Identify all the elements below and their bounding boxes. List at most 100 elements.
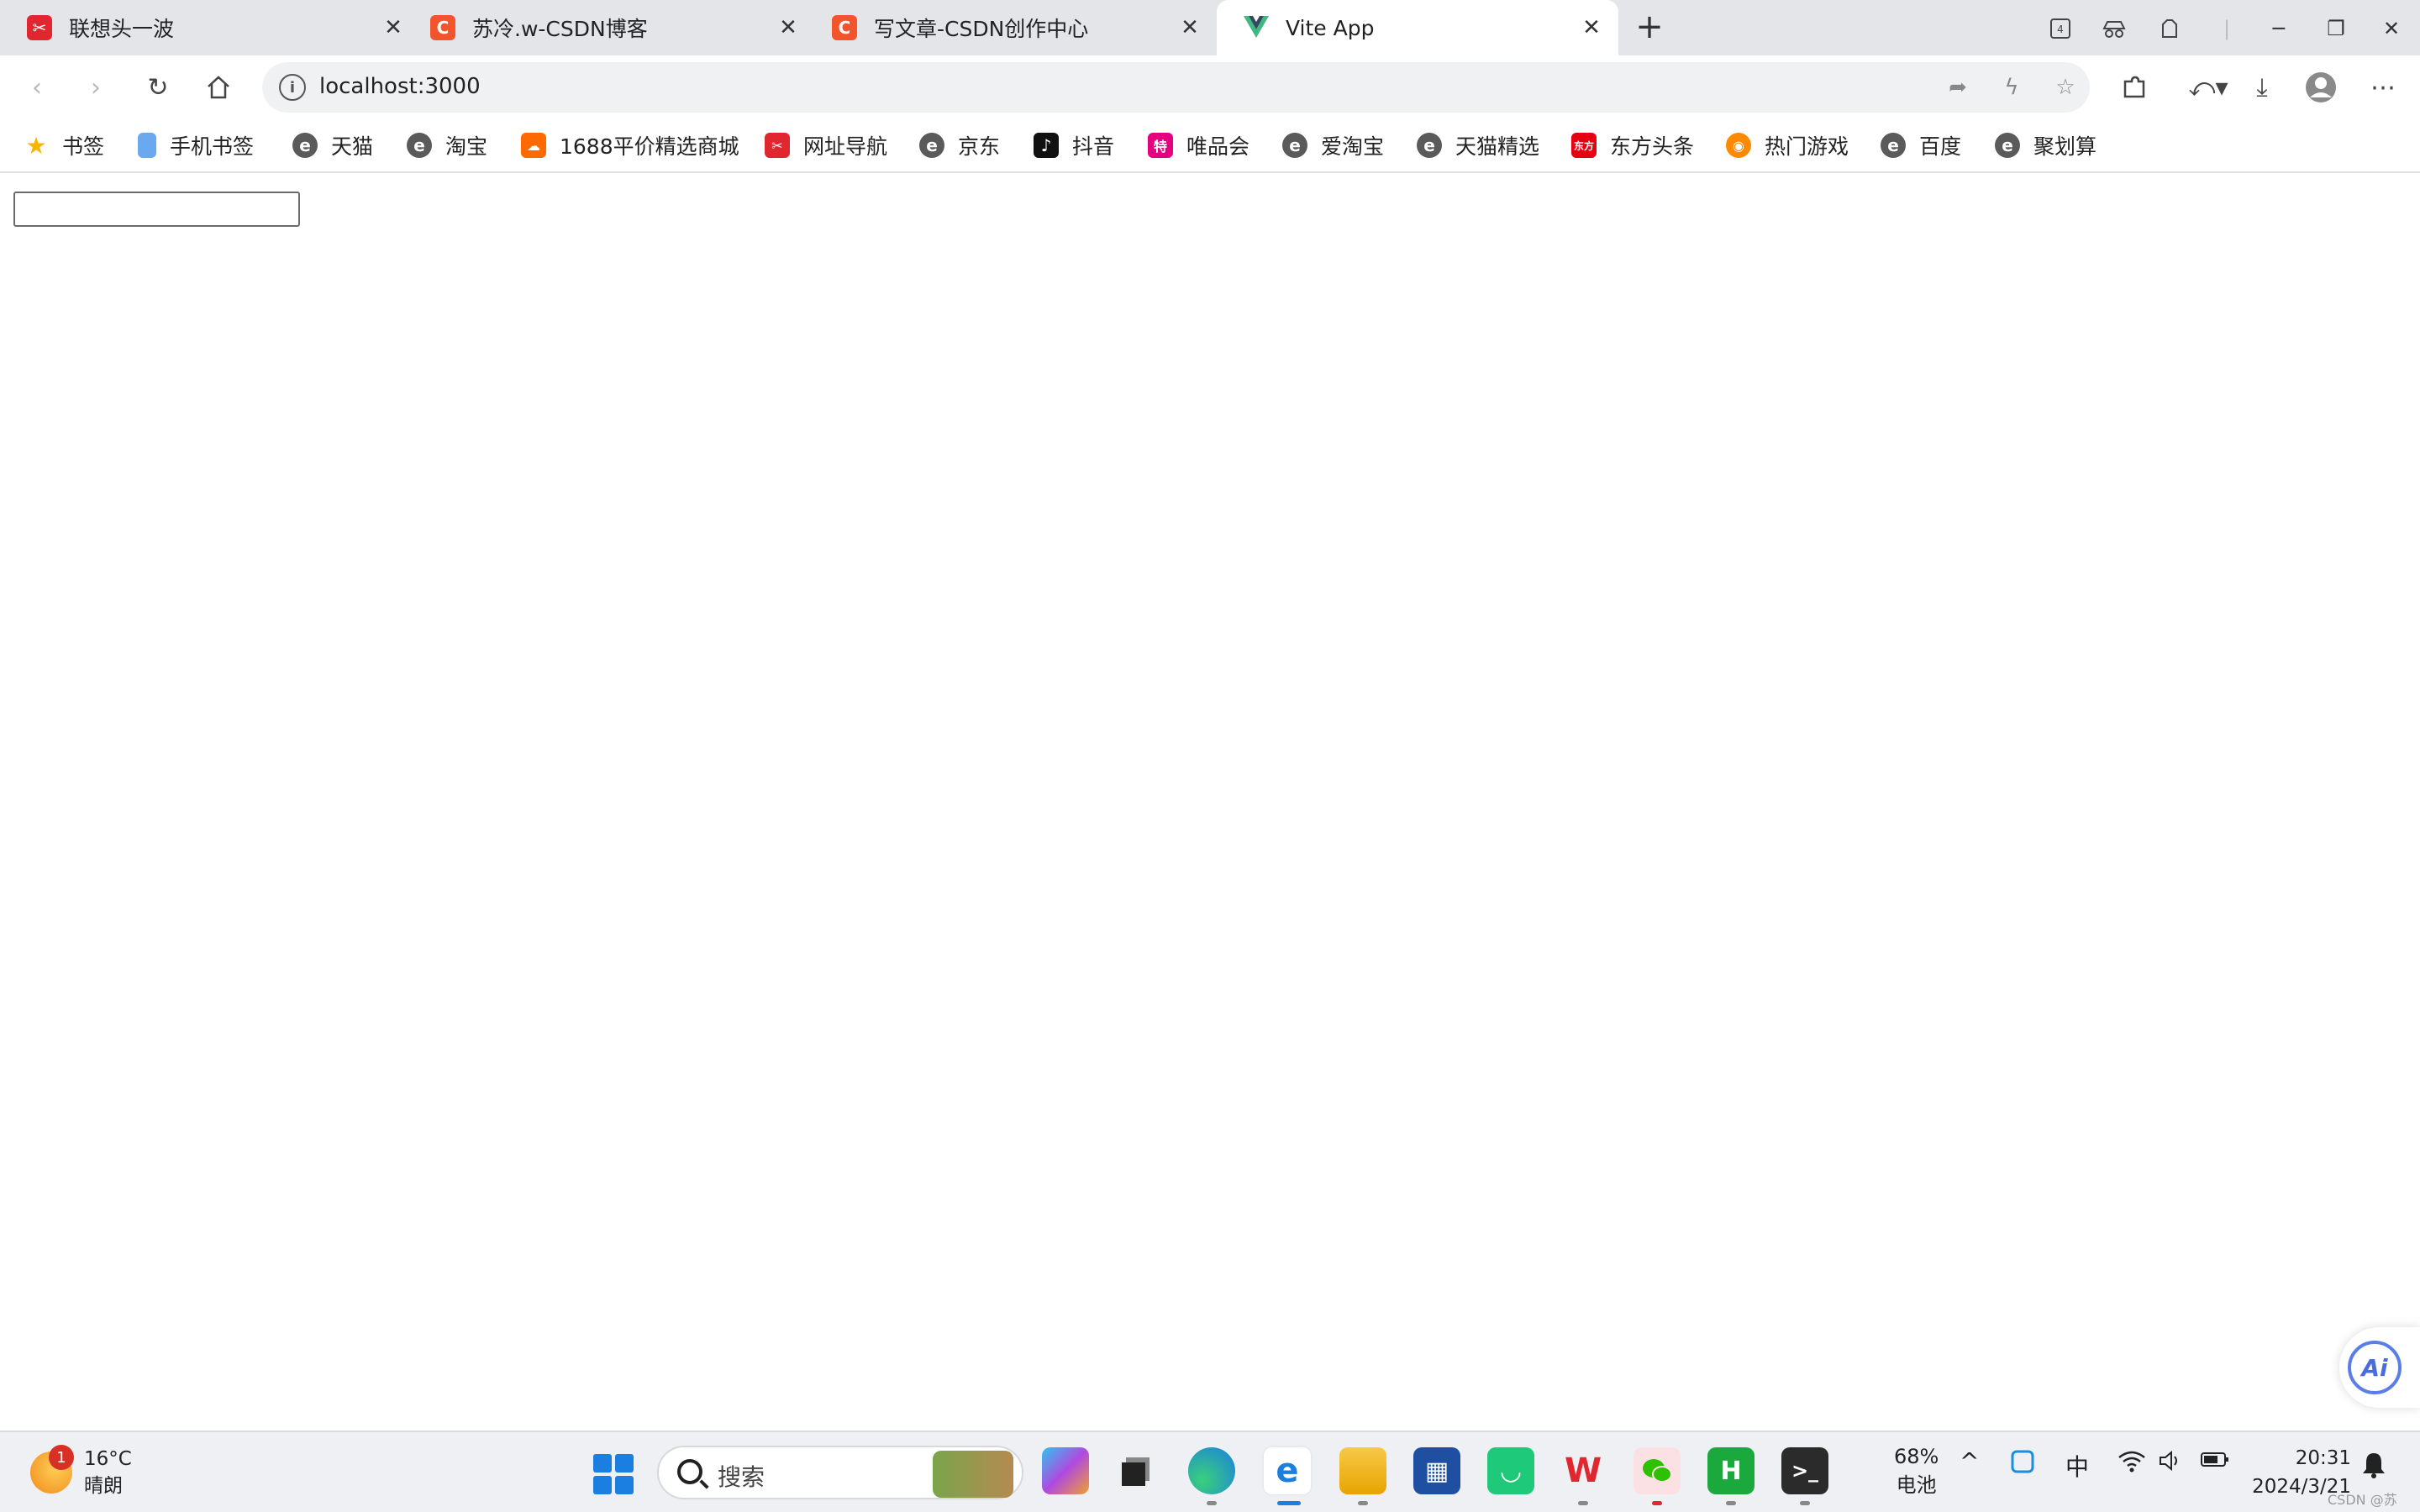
bookmark-item[interactable]: ☁ 1688平价精选商城	[521, 128, 739, 163]
wechat-icon[interactable]	[1634, 1447, 1681, 1494]
chevron-up-icon[interactable]: ^	[1960, 1447, 1979, 1475]
running-indicator	[1652, 1501, 1662, 1505]
bookmark-label: 网址导航	[803, 134, 888, 159]
ai-icon: Ai	[2348, 1341, 2402, 1394]
navigation-bar: ‹ › ↻ i localhost:3000 ➦ ϟ ☆ ⤺▾ ⤓ ⋯	[0, 55, 2420, 119]
minimize-button[interactable]: ─	[2262, 12, 2296, 45]
shopping-bag-icon[interactable]: ◡	[1487, 1447, 1534, 1494]
bookmark-item[interactable]: e 爱淘宝	[1282, 128, 1384, 163]
home-button[interactable]	[200, 69, 237, 106]
game-icon: ◉	[1726, 133, 1751, 158]
terminal-icon[interactable]: >_	[1781, 1447, 1828, 1494]
running-indicator	[1800, 1501, 1810, 1505]
bookmark-label: 百度	[1919, 134, 1962, 159]
ie-browser-icon[interactable]: e	[1264, 1447, 1311, 1494]
undo-dropdown-icon[interactable]: ⤺▾	[2183, 69, 2233, 106]
reload-button[interactable]: ↻	[139, 69, 176, 106]
bookmark-item[interactable]: 手机书签	[138, 128, 254, 163]
tab-csdn-blog[interactable]: C 苏冷.w-CSDN博客 ✕	[403, 0, 815, 55]
lenovo-icon: ✂	[765, 133, 790, 158]
download-icon[interactable]: ⤓	[2244, 69, 2281, 106]
search-placeholder: 搜索	[718, 1463, 765, 1491]
bookmark-item[interactable]: ✂ 网址导航	[765, 128, 887, 163]
copilot-icon[interactable]	[1042, 1447, 1089, 1494]
taskbar-search[interactable]: 搜索	[657, 1446, 1023, 1499]
url-text[interactable]: localhost:3000	[319, 74, 481, 99]
bookmark-item[interactable]: 东方 东方头条	[1571, 128, 1694, 163]
edge-icon[interactable]	[1188, 1447, 1235, 1494]
browser-window: ✂ 联想头一波 ✕ C 苏冷.w-CSDN博客 ✕ C 写文章-CSDN创作中心…	[0, 0, 2420, 1512]
bookmark-label: 1688平价精选商城	[560, 134, 739, 159]
ie-icon: e	[292, 133, 318, 158]
restore-button[interactable]: ❐	[2319, 12, 2353, 45]
weather-widget[interactable]: 1 16°C 晴朗	[30, 1445, 132, 1499]
ai-assistant-button[interactable]: Ai	[2339, 1327, 2420, 1408]
csdn-icon: C	[430, 15, 455, 40]
battery-percent: 68%	[1894, 1445, 1939, 1468]
running-indicator	[1726, 1501, 1736, 1505]
weather-icon: 1	[30, 1445, 74, 1494]
tab-title: 写文章-CSDN创作中心	[874, 17, 1089, 41]
bookmark-label: 东方头条	[1610, 134, 1695, 159]
weather-desc: 晴朗	[84, 1475, 123, 1497]
incognito-icon[interactable]	[2097, 12, 2131, 45]
wifi-icon[interactable]	[2118, 1449, 2146, 1478]
lightning-icon[interactable]: ϟ	[1996, 72, 2027, 102]
bookmark-item[interactable]: e 天猫精选	[1417, 128, 1539, 163]
more-menu-icon[interactable]: ⋯	[2365, 69, 2402, 106]
bookmark-item[interactable]: ♪ 抖音	[1034, 128, 1114, 163]
bookmark-label: 抖音	[1072, 134, 1115, 159]
volume-icon[interactable]	[2158, 1449, 2183, 1478]
tab-lenovo[interactable]: ✂ 联想头一波 ✕	[0, 0, 420, 55]
ie-icon: e	[1881, 133, 1906, 158]
share-icon[interactable]: ➦	[1943, 72, 1973, 102]
close-window-button[interactable]: ✕	[2375, 12, 2408, 45]
star-icon: ★	[25, 131, 47, 160]
file-explorer-icon[interactable]	[1339, 1447, 1386, 1494]
start-button[interactable]	[593, 1454, 634, 1494]
battery-icon[interactable]	[2200, 1449, 2230, 1474]
running-indicator	[1207, 1501, 1217, 1505]
forward-button[interactable]: ›	[77, 69, 114, 106]
weather-temp: 16°C	[84, 1448, 132, 1470]
csdn-icon: C	[832, 15, 857, 40]
bookmark-label: 聚划算	[2033, 134, 2097, 159]
task-view-icon[interactable]	[1113, 1447, 1160, 1494]
ie-icon: e	[919, 133, 944, 158]
star-icon[interactable]: ☆	[2050, 72, 2081, 102]
bookmark-item[interactable]: e 天猫	[292, 128, 373, 163]
store-icon[interactable]: ▦	[1413, 1447, 1460, 1494]
avatar[interactable]	[2302, 69, 2339, 106]
tab-csdn-write[interactable]: C 写文章-CSDN创作中心 ✕	[805, 0, 1217, 55]
text-input[interactable]	[13, 192, 300, 227]
address-bar[interactable]: i localhost:3000 ➦ ϟ ☆	[262, 62, 2090, 113]
bookmark-item[interactable]: ◉ 热门游戏	[1726, 128, 1849, 163]
extensions-icon[interactable]	[2153, 12, 2186, 45]
bookmark-item[interactable]: e 聚划算	[1995, 128, 2096, 163]
workspaces-icon[interactable]: 4	[2044, 12, 2077, 45]
close-icon[interactable]: ✕	[1575, 11, 1608, 45]
bookmark-item[interactable]: e 百度	[1881, 128, 1961, 163]
notification-bell-icon[interactable]	[2361, 1451, 2386, 1484]
bookmark-label: 京东	[958, 134, 1001, 159]
wps-icon[interactable]: W	[1560, 1447, 1607, 1494]
tab-vite-app[interactable]: Vite App ✕	[1217, 0, 1618, 55]
battery-status[interactable]: 68% 电池	[1894, 1442, 1939, 1499]
close-icon[interactable]: ✕	[1173, 11, 1207, 45]
bookmark-label: 淘宝	[445, 134, 488, 159]
ime-indicator[interactable]: 中	[2065, 1449, 2089, 1483]
tab-title: 联想头一波	[69, 17, 175, 41]
back-button[interactable]: ‹	[18, 69, 55, 106]
bookmark-item[interactable]: e 淘宝	[407, 128, 487, 163]
bookmark-item[interactable]: 特唯品会	[1148, 128, 1249, 163]
hbuilder-icon[interactable]: H	[1707, 1447, 1754, 1494]
clock-time: 20:31	[2295, 1447, 2351, 1469]
bookmark-item[interactable]: ★ 书签	[24, 128, 104, 163]
ie-icon: e	[1417, 133, 1442, 158]
close-icon[interactable]: ✕	[771, 11, 805, 45]
bookmark-item[interactable]: e 京东	[919, 128, 1000, 163]
security-tray-icon[interactable]	[2010, 1449, 2035, 1479]
new-tab-button[interactable]: +	[1630, 8, 1669, 47]
info-icon[interactable]: i	[279, 74, 306, 101]
extension-puzzle-icon[interactable]	[2116, 69, 2153, 106]
